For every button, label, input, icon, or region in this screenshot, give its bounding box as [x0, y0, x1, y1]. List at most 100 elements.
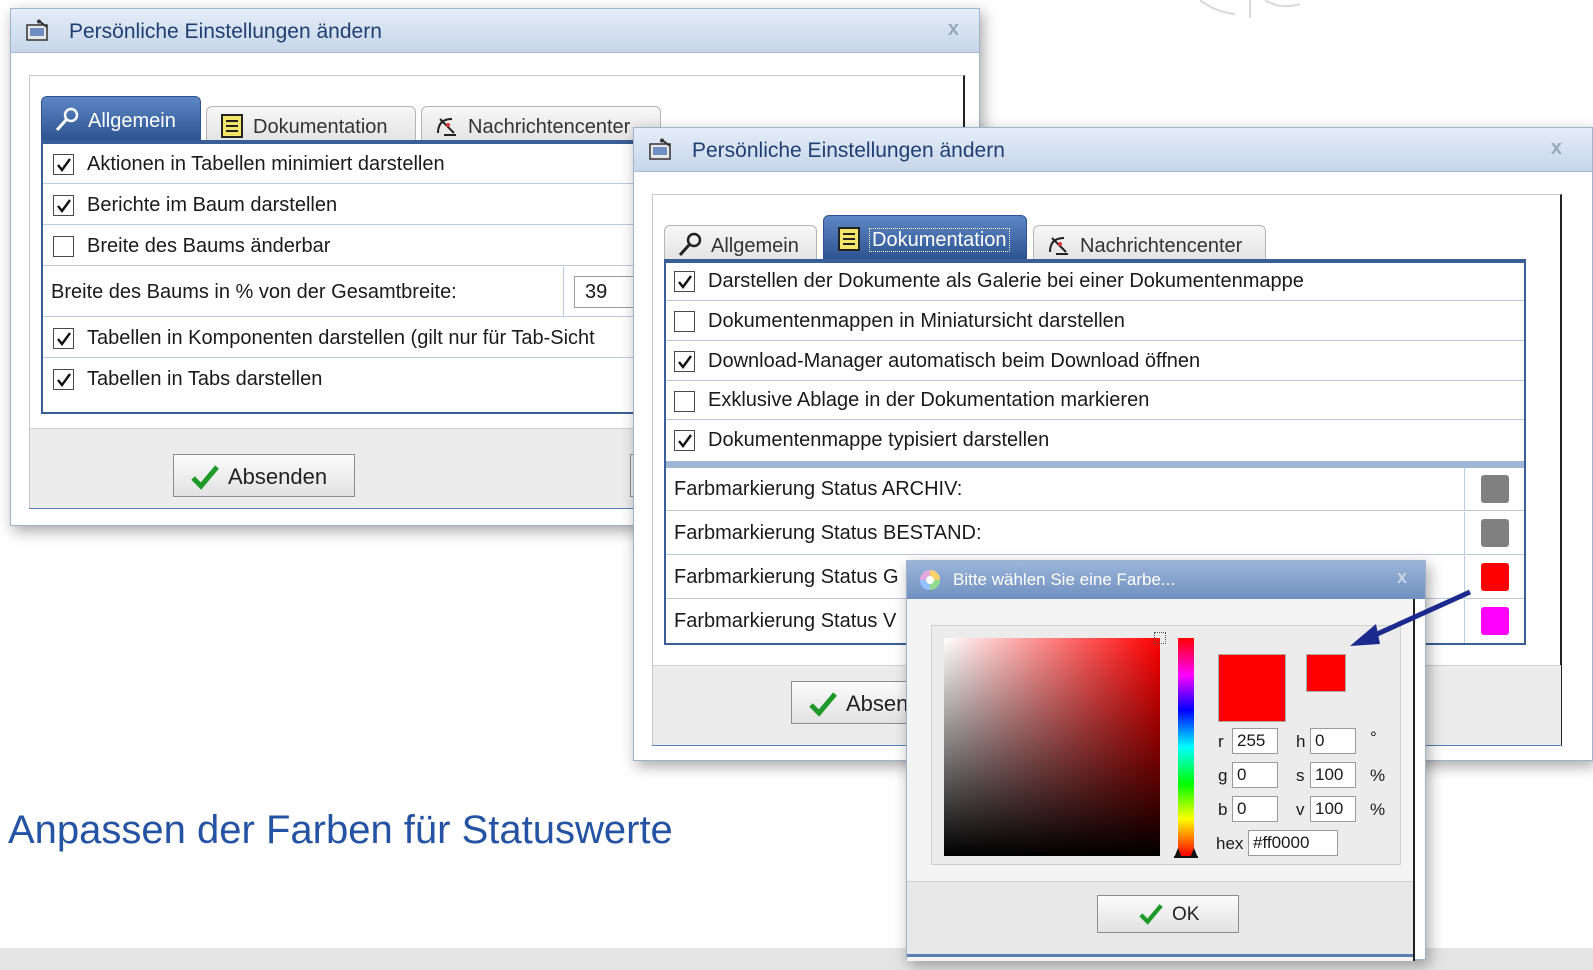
picker-body: r 255 h 0 ° g 0 s 100 % b 0 v 100 % hex … — [907, 599, 1415, 961]
option-label: Dokumentenmappen in Miniatursicht darste… — [708, 310, 1125, 332]
color-field-cursor[interactable] — [1154, 632, 1166, 644]
ok-button[interactable]: OK — [1097, 895, 1239, 933]
slide-caption: Anpassen der Farben für Statuswerte — [8, 808, 673, 852]
tab-allgemein[interactable]: Allgemein — [664, 225, 817, 261]
option-row[interactable]: Darstellen der Dokumente als Galerie bei… — [666, 263, 1524, 301]
color-row-bestand: Farbmarkierung Status BESTAND: — [666, 512, 1524, 555]
color-swatch[interactable] — [1481, 519, 1509, 547]
color-label: Farbmarkierung Status BESTAND: — [674, 522, 982, 544]
color-cell — [1464, 468, 1524, 510]
color-label: Farbmarkierung Status G — [674, 566, 899, 588]
h-input[interactable]: 0 — [1310, 728, 1356, 754]
saturation-value-field[interactable] — [944, 638, 1160, 856]
option-label: Aktionen in Tabellen minimiert darstelle… — [87, 153, 445, 175]
check-icon — [809, 692, 837, 717]
option-label: Tabellen in Komponenten darstellen (gilt… — [87, 327, 595, 349]
color-swatch[interactable] — [1481, 563, 1509, 591]
option-label: Tabellen in Tabs darstellen — [87, 368, 323, 390]
v-label: v — [1296, 800, 1305, 819]
h-label: h — [1296, 732, 1306, 751]
color-label: Farbmarkierung Status V — [674, 610, 897, 632]
document-list-icon — [221, 114, 243, 138]
submit-button[interactable]: Absen — [791, 681, 921, 724]
b-label: b — [1218, 800, 1228, 819]
checkbox[interactable] — [674, 430, 695, 451]
background-decoration — [1200, 0, 1300, 18]
checkbox[interactable] — [674, 351, 695, 372]
tab-dokumentation[interactable]: Dokumentation — [823, 215, 1027, 259]
option-label: Exklusive Ablage in der Dokumentation ma… — [708, 389, 1150, 411]
wrench-icon — [678, 232, 702, 257]
tab-dokumentation[interactable]: Dokumentation — [206, 106, 416, 142]
checkbox[interactable] — [674, 311, 695, 332]
wrench-icon — [55, 107, 79, 132]
settings-app-icon — [26, 19, 48, 41]
section-divider — [666, 461, 1524, 468]
tab-allgemein[interactable]: Allgemein — [41, 96, 201, 140]
dialog-title: Persönliche Einstellungen ändern — [692, 139, 1005, 162]
hue-slider[interactable] — [1178, 638, 1194, 856]
v-input[interactable]: 100 — [1310, 796, 1356, 822]
document-list-icon — [838, 227, 860, 251]
settings-app-icon — [649, 138, 671, 160]
checkbox[interactable] — [53, 236, 74, 257]
submit-label: Absenden — [228, 464, 328, 489]
option-label: Darstellen der Dokumente als Galerie bei… — [708, 270, 1304, 292]
dialog-title: Persönliche Einstellungen ändern — [69, 20, 382, 43]
annotation-arrow — [1350, 589, 1472, 646]
picker-inner-panel: r 255 h 0 ° g 0 s 100 % b 0 v 100 % hex … — [931, 625, 1401, 865]
close-icon[interactable]: x — [1551, 137, 1562, 160]
g-label: g — [1218, 766, 1228, 785]
submit-button[interactable]: Absenden — [173, 454, 355, 497]
color-row-archiv: Farbmarkierung Status ARCHIV: — [666, 468, 1524, 511]
color-swatch[interactable] — [1481, 607, 1509, 635]
tab-label: Dokumentation — [253, 116, 388, 138]
hex-label: hex — [1216, 834, 1244, 853]
s-input[interactable]: 100 — [1310, 762, 1356, 788]
tab-nachrichtencenter[interactable]: Nachrichtencenter — [421, 106, 661, 142]
option-row[interactable]: Dokumentenmappen in Miniatursicht darste… — [666, 302, 1524, 341]
tab-label: Allgemein — [711, 235, 799, 257]
checkbox[interactable] — [674, 391, 695, 412]
option-label: Breite des Baums änderbar — [87, 235, 331, 257]
tab-nachrichtencenter[interactable]: Nachrichtencenter — [1033, 225, 1266, 261]
hue-slider-handle[interactable] — [1174, 848, 1198, 858]
color-swatch[interactable] — [1481, 475, 1509, 503]
color-wheel-icon — [920, 570, 940, 590]
option-row[interactable]: Exklusive Ablage in der Dokumentation ma… — [666, 382, 1524, 420]
check-icon — [191, 465, 219, 490]
checkbox[interactable] — [53, 328, 74, 349]
submit-label: Absen — [846, 691, 909, 716]
r-label: r — [1218, 732, 1224, 751]
checkbox[interactable] — [674, 271, 695, 292]
satellite-dish-icon — [437, 118, 456, 136]
checkbox[interactable] — [53, 195, 74, 216]
s-unit: % — [1370, 766, 1386, 785]
dialog-titlebar[interactable]: Persönliche Einstellungen ändern x — [11, 9, 979, 53]
hex-input[interactable]: #ff0000 — [1248, 830, 1338, 856]
satellite-dish-icon — [1049, 237, 1068, 255]
tab-label: Nachrichtencenter — [468, 116, 631, 138]
option-row[interactable]: Download-Manager automatisch beim Downlo… — [666, 342, 1524, 381]
checkbox[interactable] — [53, 369, 74, 390]
close-icon[interactable]: x — [1397, 567, 1407, 588]
current-color-preview — [1218, 654, 1286, 722]
h-unit: ° — [1370, 728, 1377, 747]
tab-label: Dokumentation — [869, 228, 1010, 252]
r-input[interactable]: 255 — [1232, 728, 1278, 754]
b-input[interactable]: 0 — [1232, 796, 1278, 822]
tree-width-label: Breite des Baums in % von der Gesamtbrei… — [51, 281, 457, 303]
checkbox[interactable] — [53, 154, 74, 175]
v-unit: % — [1370, 800, 1386, 819]
previous-color-preview[interactable] — [1306, 654, 1346, 692]
close-icon[interactable]: x — [948, 18, 959, 41]
check-icon — [1139, 904, 1163, 925]
picker-title: Bitte wählen Sie eine Farbe... — [953, 570, 1176, 589]
tab-label: Allgemein — [88, 110, 176, 132]
dialog-titlebar[interactable]: Persönliche Einstellungen ändern x — [634, 128, 1592, 172]
g-input[interactable]: 0 — [1232, 762, 1278, 788]
color-label: Farbmarkierung Status ARCHIV: — [674, 478, 963, 500]
option-label: Download-Manager automatisch beim Downlo… — [708, 350, 1201, 372]
s-label: s — [1296, 766, 1305, 785]
option-row[interactable]: Dokumentenmappe typisiert darstellen — [666, 421, 1524, 461]
